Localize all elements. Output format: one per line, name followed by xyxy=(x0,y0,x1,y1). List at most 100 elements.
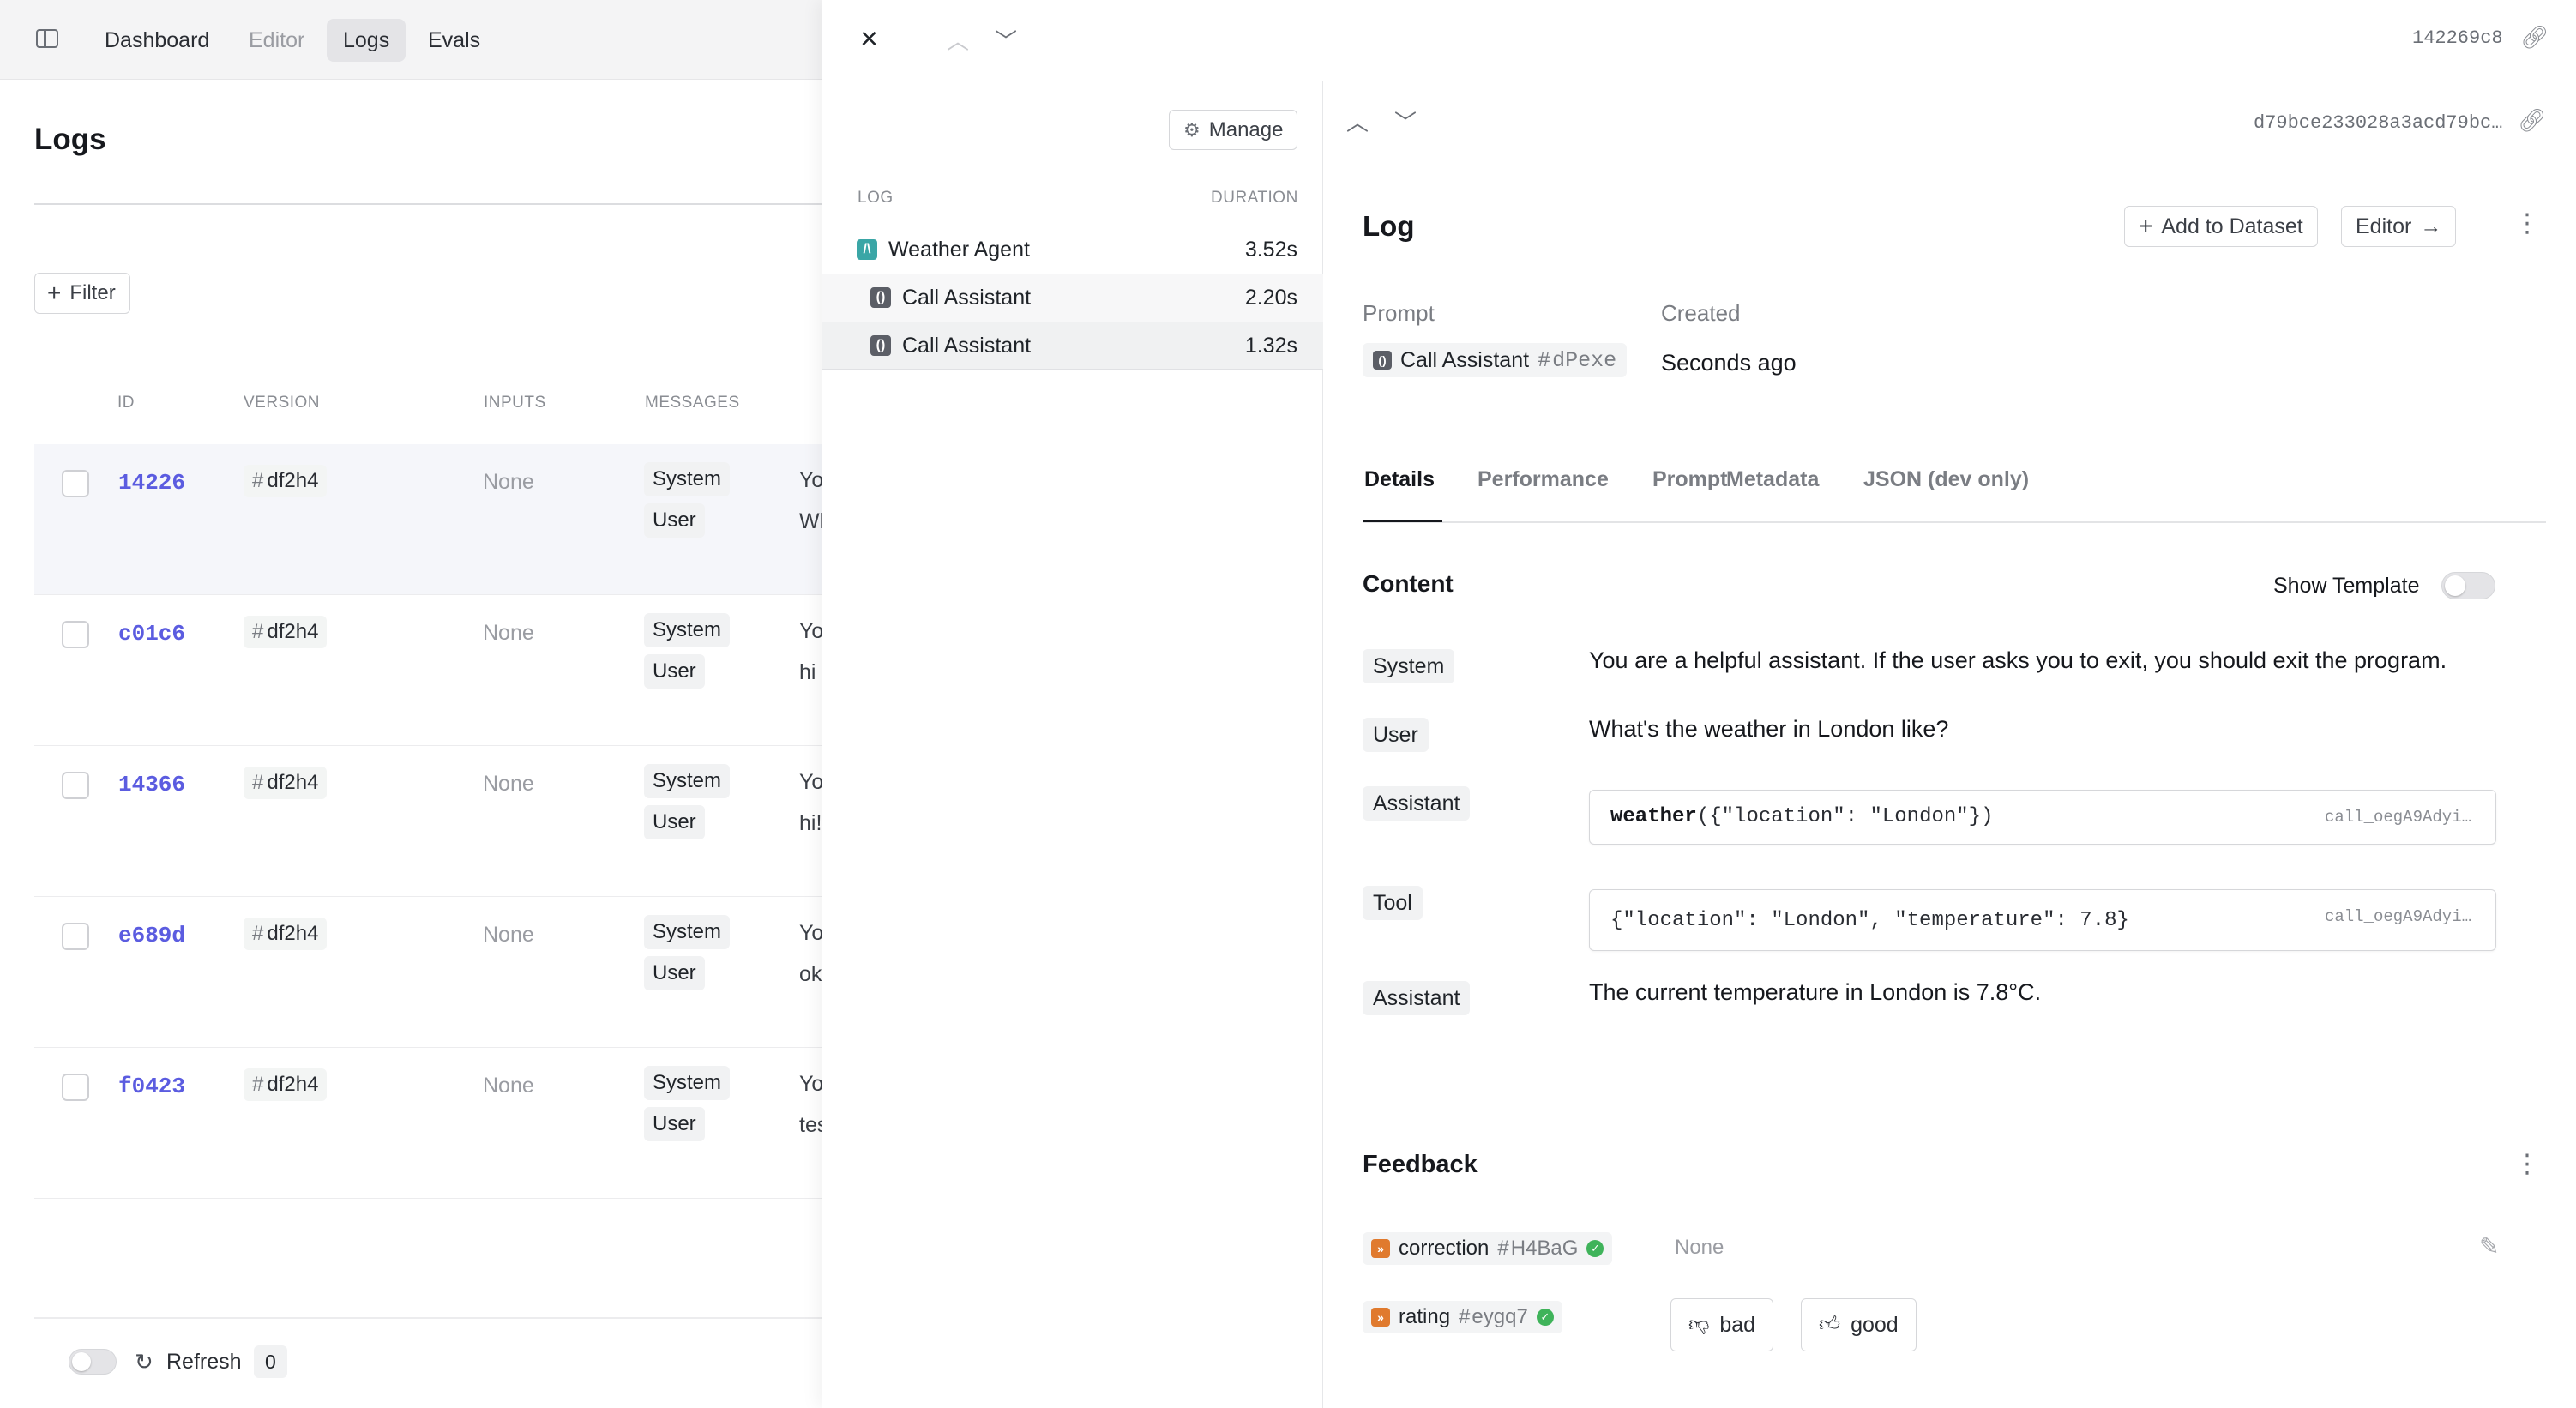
trace-duration: 1.32s xyxy=(1244,333,1297,358)
role-tag: Assistant xyxy=(1363,786,1471,821)
hash-icon: # xyxy=(1497,1237,1509,1260)
prompt-version: dPexe xyxy=(1552,347,1617,373)
tab-json[interactable]: JSON (dev only) xyxy=(1863,467,2029,492)
row-id[interactable]: e689d xyxy=(118,923,185,948)
function-name: weather xyxy=(1610,805,1697,828)
role-tag: System xyxy=(644,764,731,798)
tab-prompt[interactable]: Prompt xyxy=(1652,467,1728,492)
drawer-header: × ︿ ﹀ 142269c8 🔗︎ xyxy=(822,0,2576,81)
role-tag: System xyxy=(644,915,731,949)
good-label: good xyxy=(1851,1312,1899,1337)
bad-label: bad xyxy=(1719,1312,1756,1337)
hash-icon: # xyxy=(252,922,264,945)
check-icon: ✓ xyxy=(1536,1309,1554,1326)
tool-result-code: {"location": "London", "temperature": 7.… xyxy=(1610,909,2129,932)
tab-logs[interactable]: Logs xyxy=(327,19,406,62)
log-id: d79bce233028a3acd79bc… xyxy=(2254,112,2503,134)
chevron-down-icon[interactable]: ﹀ xyxy=(995,24,1017,56)
evaluator-name: rating xyxy=(1399,1305,1451,1328)
row-message: testin xyxy=(799,1113,822,1137)
tab-details[interactable]: Details xyxy=(1364,467,1435,492)
column-header-id: ID xyxy=(117,394,135,412)
row-message: hi! xyxy=(799,811,822,835)
prompt-icon: () xyxy=(1373,351,1392,370)
auto-refresh-toggle[interactable] xyxy=(69,1349,117,1375)
more-options-icon[interactable]: ⋮ xyxy=(2514,208,2540,238)
show-template-toggle[interactable] xyxy=(2441,572,2495,599)
role-tag: User xyxy=(644,503,705,538)
evaluator-name: correction xyxy=(1399,1237,1490,1260)
row-id[interactable]: c01c6 xyxy=(118,621,185,647)
tab-dashboard[interactable]: Dashboard xyxy=(88,19,226,62)
row-inputs: None xyxy=(483,470,534,494)
row-checkbox[interactable] xyxy=(62,923,89,950)
flow-icon: /\ xyxy=(857,239,877,260)
role-tag: Tool xyxy=(1363,886,1423,920)
table-row[interactable]: 14226 #df2h4 None System You a User What xyxy=(34,444,822,595)
trace-item-weather-agent[interactable]: /\ Weather Agent 3.52s xyxy=(822,226,1323,274)
divider xyxy=(34,203,822,205)
manage-label: Manage xyxy=(1208,117,1284,141)
prompt-chip[interactable]: () Call Assistant # dPexe xyxy=(1363,343,1628,377)
tab-editor[interactable]: Editor xyxy=(232,19,321,62)
trace-item-call-assistant[interactable]: () Call Assistant 2.20s xyxy=(822,274,1323,322)
filter-button[interactable]: + Filter xyxy=(34,273,130,314)
hash-icon: # xyxy=(1538,347,1551,373)
add-to-dataset-button[interactable]: + Add to Dataset xyxy=(2124,206,2318,247)
row-checkbox[interactable] xyxy=(62,1074,89,1101)
row-checkbox[interactable] xyxy=(62,621,89,648)
table-row[interactable]: c01c6 #df2h4 None System You a User hi xyxy=(34,595,822,746)
chevron-up-icon[interactable]: ︿ xyxy=(1346,105,1369,137)
chevron-up-icon[interactable]: ︿ xyxy=(947,24,969,56)
tool-call-id: call_oegA9Adyi… xyxy=(2324,808,2471,827)
tab-metadata[interactable]: Metadata xyxy=(1726,467,1819,492)
manage-button[interactable]: ⚙ Manage xyxy=(1169,110,1298,150)
table-row[interactable]: e689d #df2h4 None System You a User ok b… xyxy=(34,897,822,1048)
bad-button[interactable]: 👎︎ bad xyxy=(1670,1298,1774,1351)
row-id[interactable]: f0423 xyxy=(118,1074,185,1099)
row-checkbox[interactable] xyxy=(62,470,89,497)
hash-icon: # xyxy=(1459,1305,1471,1328)
tool-call-id: call_oegA9Adyi… xyxy=(2324,907,2471,926)
link-icon[interactable]: 🔗︎ xyxy=(2518,107,2546,134)
hash-icon: # xyxy=(252,771,264,794)
trace-duration: 2.20s xyxy=(1244,285,1297,310)
thumbs-up-icon: 👍︎ xyxy=(1819,1313,1841,1336)
row-id[interactable]: 14226 xyxy=(118,470,185,496)
row-message: hi xyxy=(799,660,816,684)
table-row[interactable]: f0423 #df2h4 None System You a User test… xyxy=(34,1048,822,1199)
filter-label: Filter xyxy=(69,281,116,304)
evaluator-chip-rating[interactable]: » rating # eygq7 ✓ xyxy=(1363,1301,1562,1333)
row-checkbox[interactable] xyxy=(62,772,89,799)
close-icon[interactable]: × xyxy=(860,21,878,57)
row-message: You a xyxy=(799,1072,822,1096)
more-options-icon[interactable]: ⋮ xyxy=(2514,1149,2540,1179)
logs-main: Logs + Filter ID VERSION INPUTS MESSAGES… xyxy=(0,80,822,1408)
pencil-icon[interactable]: ✎ xyxy=(2479,1232,2499,1261)
role-tag: User xyxy=(644,654,705,689)
hash-icon: # xyxy=(252,1073,264,1096)
message-text: What's the weather in London like? xyxy=(1589,716,1949,742)
row-message: ok bu xyxy=(799,962,822,986)
evaluator-chip-correction[interactable]: » correction # H4BaG ✓ xyxy=(1363,1232,1613,1265)
role-tag: User xyxy=(644,805,705,839)
message-text: The current temperature in London is 7.8… xyxy=(1589,979,2042,1005)
tab-performance[interactable]: Performance xyxy=(1478,467,1609,492)
trace-id: 142269c8 xyxy=(2412,27,2503,49)
refresh-count-badge: 0 xyxy=(254,1345,287,1378)
sidebar-toggle-icon[interactable] xyxy=(36,29,58,48)
row-message: You a xyxy=(799,619,822,643)
tab-evals[interactable]: Evals xyxy=(412,19,497,62)
row-id[interactable]: 14366 xyxy=(118,772,185,797)
refresh-icon[interactable]: ↻ xyxy=(135,1349,153,1375)
table-row[interactable]: 14366 #df2h4 None System You a User hi! xyxy=(34,746,822,897)
version-badge: # df2h4 xyxy=(244,1068,328,1101)
link-icon[interactable]: 🔗︎ xyxy=(2520,24,2549,51)
editor-button[interactable]: Editor → xyxy=(2341,206,2457,247)
refresh-button[interactable]: Refresh xyxy=(166,1350,242,1375)
good-button[interactable]: 👍︎ good xyxy=(1801,1298,1917,1351)
chevron-down-icon[interactable]: ﹀ xyxy=(1394,105,1417,137)
trace-item-call-assistant[interactable]: () Call Assistant 1.32s xyxy=(822,322,1323,370)
evaluator-version: H4BaG xyxy=(1510,1237,1579,1260)
feedback-heading: Feedback xyxy=(1363,1151,1478,1178)
